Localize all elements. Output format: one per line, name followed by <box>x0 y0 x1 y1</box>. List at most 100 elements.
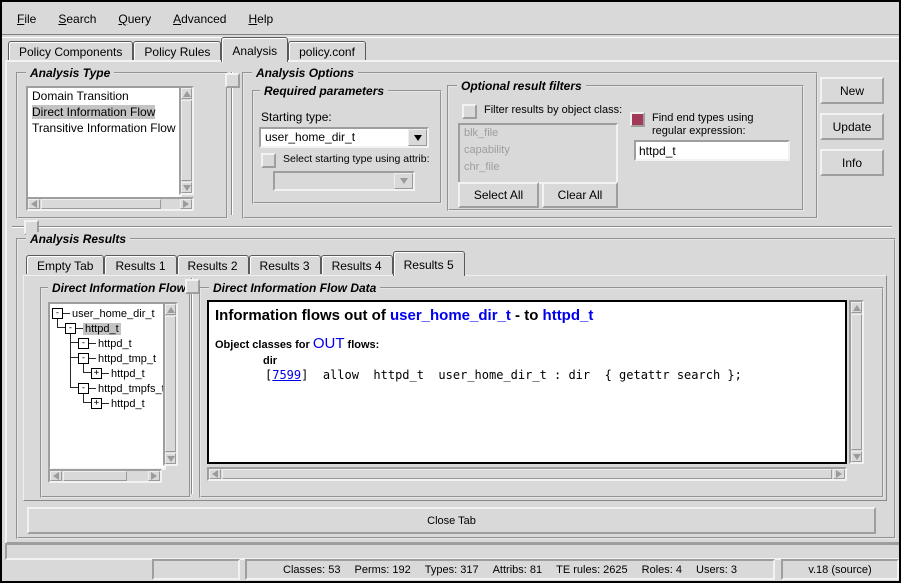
analysis-results-title: Analysis Results <box>26 232 130 246</box>
scroll-thumb[interactable] <box>63 471 127 481</box>
tree-expander[interactable]: + <box>91 368 102 379</box>
attrib-combobox-value <box>275 173 394 189</box>
tab-results-1[interactable]: Results 1 <box>104 255 176 274</box>
tree-node[interactable]: -user_home_dir_t <box>52 307 157 320</box>
scroll-left-arrow[interactable] <box>209 469 221 479</box>
tree-line <box>70 387 78 388</box>
filter-checkbox-row: Filter results by object class: <box>462 104 622 119</box>
scroll-right-arrow[interactable] <box>180 199 192 209</box>
scroll-up-arrow[interactable] <box>165 304 176 315</box>
tree-node[interactable]: -httpd_tmp_t <box>78 352 158 365</box>
object-class-item: chr_file <box>460 159 616 176</box>
scroll-up-arrow[interactable] <box>181 88 192 99</box>
stat-te-rules: TE rules: 2625 <box>556 564 628 576</box>
attrib-checkbox-row: Select starting type using attrib: <box>261 153 433 168</box>
flow-data-title: Direct Information Flow Data <box>209 281 380 295</box>
tab-results-5[interactable]: Results 5 <box>393 251 465 276</box>
tab-analysis[interactable]: Analysis <box>221 37 288 62</box>
list-item[interactable]: Domain Transition <box>28 88 180 104</box>
flow-headline: Information flows out of user_home_dir_t… <box>215 306 839 326</box>
object-class-item: capability <box>460 142 616 159</box>
regex-input[interactable] <box>634 140 790 161</box>
starting-type-combobox[interactable]: user_home_dir_t <box>259 127 429 148</box>
flow-tree[interactable]: -user_home_dir_t -httpd_t -httpd_t -http… <box>48 302 166 470</box>
tree-expander[interactable]: - <box>78 383 89 394</box>
close-tab-button[interactable]: Close Tab <box>27 507 876 534</box>
menu-help[interactable]: Help <box>237 8 284 30</box>
scroll-thumb[interactable] <box>181 100 192 181</box>
list-item[interactable]: Direct Information Flow <box>28 104 180 120</box>
analysis-type-list[interactable]: Domain Transition Direct Information Flo… <box>26 86 182 199</box>
scroll-thumb[interactable] <box>222 469 832 479</box>
flow-subhead: Object classes for OUT flows: <box>215 335 839 352</box>
scroll-up-arrow[interactable] <box>851 302 862 313</box>
menu-search[interactable]: Search <box>47 8 107 30</box>
tab-policy-components[interactable]: Policy Components <box>8 41 133 60</box>
attrib-combobox-disabled <box>273 171 415 191</box>
tree-node[interactable]: +httpd_t <box>91 397 147 410</box>
update-button[interactable]: Update <box>820 113 884 140</box>
tree-node[interactable]: -httpd_t <box>65 322 121 335</box>
scroll-thumb[interactable] <box>165 316 176 452</box>
tree-line <box>70 342 78 343</box>
combobox-dropdown-button[interactable] <box>408 129 427 146</box>
flow-data-textarea[interactable]: Information flows out of user_home_dir_t… <box>207 300 847 464</box>
sash-grip[interactable] <box>185 279 200 294</box>
filter-by-class-checkbox[interactable] <box>462 104 477 119</box>
tree-line <box>57 327 65 328</box>
menu-query[interactable]: Query <box>107 8 162 30</box>
stat-roles: Roles: 4 <box>642 564 682 576</box>
scroll-down-arrow[interactable] <box>851 451 862 462</box>
results-tabbar: Empty Tab Results 1 Results 2 Results 3 … <box>26 253 465 276</box>
stat-attribs: Attribs: 81 <box>493 564 543 576</box>
pane-sash-vertical[interactable] <box>231 72 233 215</box>
menubar: File Search Query Advanced Help <box>6 6 284 32</box>
tree-node[interactable]: -httpd_tmpfs_t <box>78 382 166 395</box>
results-sash-vertical[interactable] <box>191 278 193 494</box>
clear-all-button[interactable]: Clear All <box>542 182 618 208</box>
data-hscrollbar[interactable] <box>207 467 847 481</box>
regex-checkbox-label: Find end types using regular expression: <box>652 112 788 138</box>
tree-expander[interactable]: - <box>52 308 63 319</box>
tree-node[interactable]: +httpd_t <box>91 367 147 380</box>
info-button[interactable]: Info <box>820 149 884 176</box>
analysis-type-title: Analysis Type <box>26 66 114 80</box>
scroll-left-arrow[interactable] <box>50 471 62 481</box>
menu-advanced[interactable]: Advanced <box>162 8 237 30</box>
new-button[interactable]: New <box>820 77 884 104</box>
regex-checkbox[interactable] <box>630 112 645 127</box>
tab-results-4[interactable]: Results 4 <box>321 255 393 274</box>
tab-policy-rules[interactable]: Policy Rules <box>133 41 221 60</box>
tab-results-2[interactable]: Results 2 <box>177 255 249 274</box>
rule-number-link[interactable]: 7599 <box>272 368 301 382</box>
main-tabbar: Policy Components Policy Rules Analysis … <box>8 39 366 62</box>
tree-expander[interactable]: - <box>65 323 76 334</box>
data-vscrollbar[interactable] <box>849 300 864 464</box>
object-class-item: blk_file <box>460 125 616 142</box>
scroll-thumb[interactable] <box>41 199 161 209</box>
tree-hscrollbar[interactable] <box>48 469 162 483</box>
apol-window: File Search Query Advanced Help Policy C… <box>0 0 901 583</box>
scroll-down-arrow[interactable] <box>165 453 176 464</box>
tree-vscrollbar[interactable] <box>163 302 178 466</box>
scroll-down-arrow[interactable] <box>181 182 192 193</box>
tab-empty[interactable]: Empty Tab <box>26 255 104 274</box>
tab-policy-conf[interactable]: policy.conf <box>288 41 366 60</box>
tab-results-3[interactable]: Results 3 <box>249 255 321 274</box>
menu-file[interactable]: File <box>6 8 47 30</box>
tree-expander[interactable]: - <box>78 353 89 364</box>
tree-expander[interactable]: + <box>91 398 102 409</box>
sash-grip[interactable] <box>225 73 240 88</box>
attrib-checkbox[interactable] <box>261 153 276 168</box>
scroll-left-arrow[interactable] <box>28 199 40 209</box>
list-item[interactable]: Transitive Information Flow <box>28 120 180 136</box>
scroll-right-arrow[interactable] <box>148 471 160 481</box>
tree-expander[interactable]: - <box>78 338 89 349</box>
analysis-type-vscrollbar[interactable] <box>179 86 194 195</box>
select-all-button[interactable]: Select All <box>458 182 539 208</box>
tree-node[interactable]: -httpd_t <box>78 337 134 350</box>
analysis-type-hscrollbar[interactable] <box>26 197 194 211</box>
pane-sash-horizontal[interactable] <box>12 226 892 228</box>
scroll-thumb[interactable] <box>851 314 862 450</box>
scroll-right-arrow[interactable] <box>833 469 845 479</box>
